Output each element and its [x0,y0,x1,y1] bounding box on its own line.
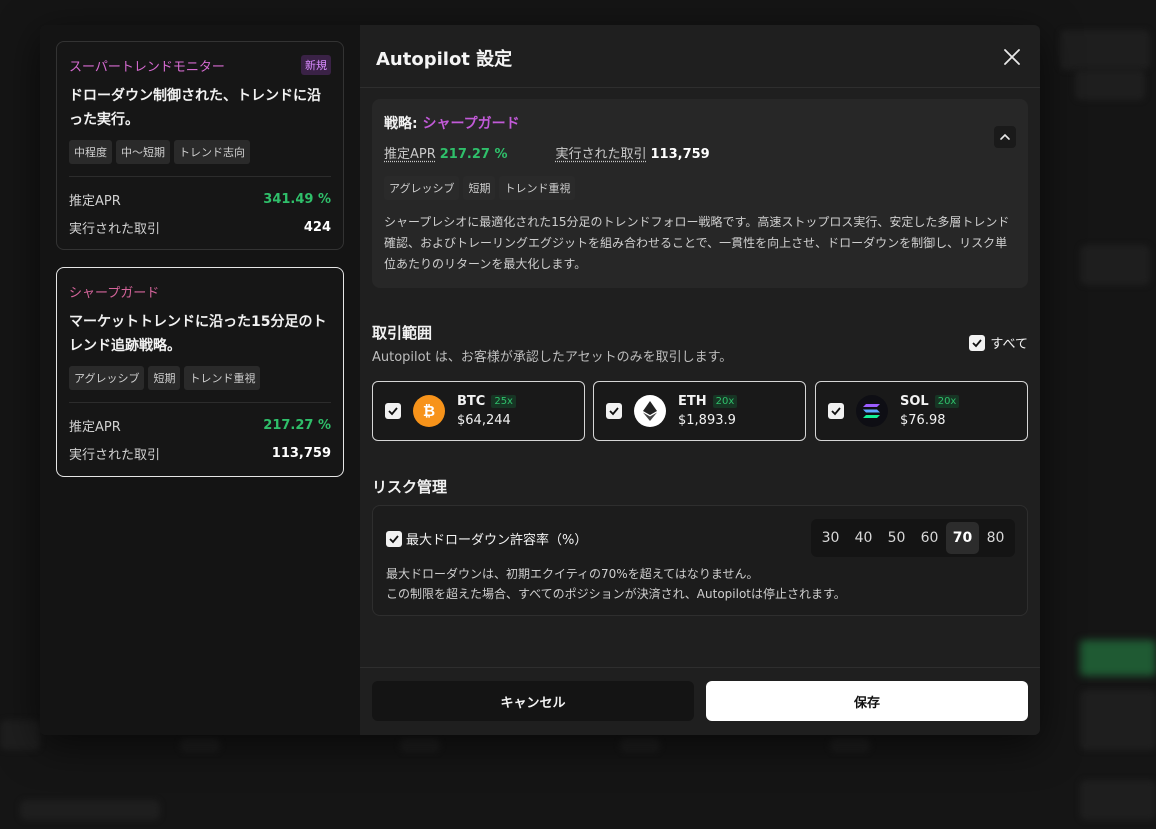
leverage-badge: 20x [712,395,738,408]
autopilot-modal: スーパートレンドモニター 新規 ドローダウン制御された、トレンドに沿った実行。 … [40,25,1040,735]
strategy-card-sharpguard[interactable]: シャープガード マーケットトレンドに沿った15分足のトレンド追跡戦略。 アグレッ… [56,267,344,477]
divider [69,402,331,403]
header-divider [360,87,1040,88]
strategy-description: ドローダウン制御された、トレンドに沿った実行。 [69,88,321,128]
cancel-button[interactable]: キャンセル [372,681,694,721]
new-badge: 新規 [301,55,331,75]
detail-tags: アグレッシブ 短期 トレンド重視 [384,176,1016,200]
drawdown-label: 最大ドローダウン許容率（%） [406,533,588,548]
tag: トレンド志向 [174,140,250,164]
checkbox-checked-icon [969,334,986,351]
drawdown-checkbox[interactable]: 最大ドローダウン許容率（%） [386,529,587,548]
detail-title-prefix: 戦略: [384,116,423,132]
asset-symbol: BTC [457,394,486,409]
checkbox-checked-icon[interactable] [606,403,622,419]
strategy-card-supertrend[interactable]: スーパートレンドモニター 新規 ドローダウン制御された、トレンドに沿った実行。 … [56,41,344,250]
trading-scope-title: 取引範囲 [372,324,433,342]
trades-value: 424 [303,219,331,235]
tag: トレンド重視 [184,366,261,390]
checkbox-checked-icon[interactable] [828,403,844,419]
select-all-label: すべて [990,337,1028,352]
apr-value: 217.27 % [263,417,331,433]
checkbox-checked-icon[interactable] [385,403,401,419]
tag: 中〜短期 [116,140,170,164]
risk-note-line: この制限を超えた場合、すべてのポジションが決済され、Autopilotは停止され… [386,587,846,601]
tag: アグレッシブ [384,176,460,200]
risk-note-line: 最大ドローダウンは、初期エクイティの70%を超えてはなりません。 [386,567,759,581]
risk-title: リスク管理 [372,478,448,496]
close-icon[interactable] [1000,45,1024,69]
drawdown-option[interactable]: 60 [913,522,946,554]
modal-title: Autopilot 設定 [376,49,513,70]
tag: 短期 [463,176,496,200]
strategy-name: シャープガード [69,285,160,301]
trading-scope-subtitle: Autopilot は、お客様が承認したアセットのみを取引します。 [372,350,733,365]
asset-price: $76.98 [900,413,946,428]
risk-settings-box: 最大ドローダウン許容率（%） 30 40 50 60 70 80 最大ドローダウ… [372,505,1028,616]
ethereum-icon [634,395,666,427]
detail-description: シャープレシオに最適化された15分足のトレンドフォロー戦略です。高速ストップロス… [384,215,1010,271]
asset-symbol: SOL [900,394,929,409]
drawdown-option[interactable]: 40 [847,522,880,554]
detail-trades-label: 実行された取引 [555,147,647,162]
asset-card-eth[interactable]: ETH 20x $1,893.9 [593,381,806,441]
bitcoin-icon: ₿ [413,395,445,427]
asset-price: $64,244 [457,413,511,428]
strategy-tags: 中程度 中〜短期 トレンド志向 [69,140,331,164]
footer-divider [360,667,1040,668]
chevron-up-icon[interactable] [994,126,1016,148]
detail-apr-value: 217.27 % [439,147,508,162]
drawdown-option-selected[interactable]: 70 [946,522,979,554]
tag: アグレッシブ [69,366,145,390]
trades-label: 実行された取引 [69,447,161,463]
risk-note: 最大ドローダウンは、初期エクイティの70%を超えてはなりません。 この制限を超え… [386,564,846,604]
strategy-description: マーケットトレンドに沿った15分足のトレンド追跡戦略。 [69,314,327,354]
checkbox-checked-icon [386,530,402,547]
detail-trades-value: 113,759 [650,147,710,162]
asset-symbol: ETH [678,394,707,409]
svg-text:₿: ₿ [423,402,435,420]
save-button[interactable]: 保存 [706,681,1028,721]
select-all-checkbox[interactable]: すべて [969,333,1028,352]
strategy-detail: 戦略: シャープガード 推定APR 217.27 % 実行された取引 113,759… [372,99,1028,288]
tag: トレンド重視 [499,176,576,200]
tag: 短期 [148,366,181,390]
leverage-badge: 20x [934,395,960,408]
asset-card-btc[interactable]: ₿ BTC 25x $64,244 [372,381,585,441]
detail-stats: 推定APR 217.27 % 実行された取引 113,759 [384,143,1016,162]
drawdown-option[interactable]: 80 [979,522,1012,554]
detail-apr-label: 推定APR [384,147,436,162]
divider [69,176,331,177]
apr-label: 推定APR [69,193,121,209]
trades-value: 113,759 [271,445,331,461]
detail-title: 戦略: シャープガード [384,113,1016,133]
apr-value: 341.49 % [263,191,331,207]
apr-label: 推定APR [69,419,121,435]
asset-card-sol[interactable]: SOL 20x $76.98 [815,381,1028,441]
drawdown-selector: 30 40 50 60 70 80 [811,519,1015,557]
strategy-tags: アグレッシブ 短期 トレンド重視 [69,366,331,390]
strategy-name: スーパートレンドモニター [69,59,225,75]
drawdown-option[interactable]: 30 [814,522,847,554]
solana-icon [856,395,888,427]
trades-label: 実行された取引 [69,221,161,237]
settings-pane: Autopilot 設定 戦略: シャープガード 推定APR 217.27 % 実… [360,25,1040,735]
tag: 中程度 [69,140,112,164]
asset-price: $1,893.9 [678,413,736,428]
drawdown-option[interactable]: 50 [880,522,913,554]
detail-strategy-name: シャープガード [422,116,520,132]
leverage-badge: 25x [491,395,516,408]
strategy-list: スーパートレンドモニター 新規 ドローダウン制御された、トレンドに沿った実行。 … [40,25,360,735]
